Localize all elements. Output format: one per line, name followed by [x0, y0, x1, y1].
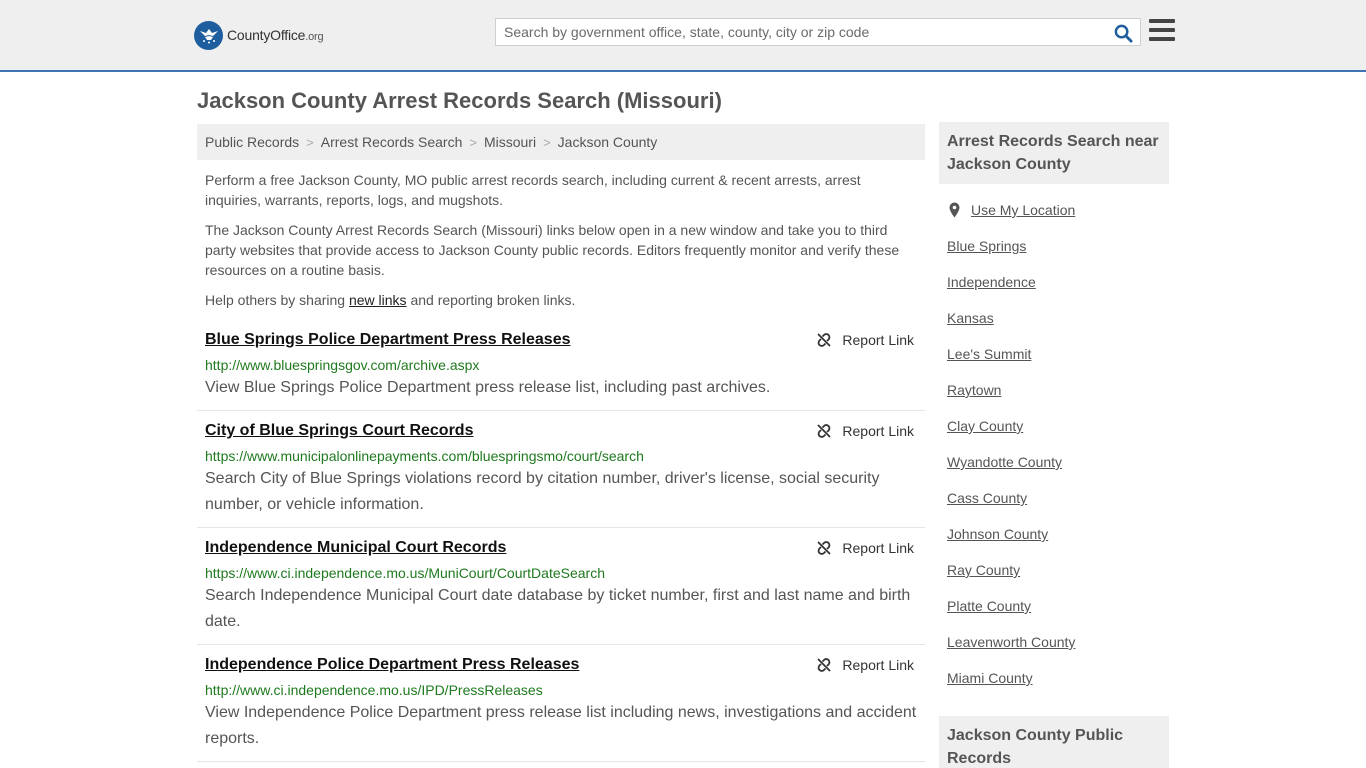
site-logo[interactable]: CountyOffice.org — [194, 20, 324, 50]
result-item: City of Blue Springs Court Records Repor… — [197, 411, 925, 528]
new-links-link[interactable]: new links — [349, 292, 407, 308]
nearby-list: Use My Location Blue Springs Independenc… — [947, 200, 1167, 704]
nearby-link-miami-county[interactable]: Miami County — [947, 668, 1167, 704]
result-item: Independence Municipal Court Records Rep… — [197, 528, 925, 645]
use-my-location-link[interactable]: Use My Location — [947, 200, 1167, 236]
search-icon — [1114, 24, 1133, 43]
result-item: Independence Police Department Press Rel… — [197, 645, 925, 762]
logo-tld: .org — [305, 31, 324, 43]
nearby-link-johnson-county[interactable]: Johnson County — [947, 524, 1167, 560]
search-box — [495, 18, 1141, 46]
nearby-link-leavenworth-county[interactable]: Leavenworth County — [947, 632, 1167, 668]
report-link-label: Report Link — [842, 657, 914, 673]
broken-link-icon — [817, 424, 832, 438]
breadcrumb-separator: > — [543, 134, 551, 150]
logo-text: CountyOffice.org — [227, 27, 324, 43]
broken-link-icon — [817, 333, 832, 347]
result-url: http://www.bluespringsgov.com/archive.as… — [205, 357, 480, 373]
top-bar: CountyOffice.org — [0, 0, 1366, 72]
result-url: https://www.ci.independence.mo.us/MuniCo… — [205, 565, 605, 581]
breadcrumb-jackson-county[interactable]: Jackson County — [558, 134, 658, 150]
result-description: View Independence Police Department pres… — [205, 704, 917, 747]
nearby-link-independence[interactable]: Independence — [947, 272, 1167, 308]
intro-help-text: Help others by sharing — [205, 292, 349, 308]
hamburger-menu-button[interactable] — [1149, 19, 1175, 43]
result-title-link[interactable]: Blue Springs Police Department Press Rel… — [205, 331, 570, 349]
report-link-label: Report Link — [842, 540, 914, 556]
result-item: Blue Springs Police Department Press Rel… — [197, 322, 925, 411]
nearby-heading: Arrest Records Search near Jackson Count… — [939, 122, 1169, 184]
result-description: Search Independence Municipal Court date… — [205, 587, 911, 630]
nearby-link-raytown[interactable]: Raytown — [947, 380, 1167, 416]
menu-bar — [1149, 37, 1175, 41]
result-title-link[interactable]: City of Blue Springs Court Records — [205, 422, 473, 440]
nearby-link-cass-county[interactable]: Cass County — [947, 488, 1167, 524]
report-link-button[interactable]: Report Link — [816, 423, 914, 439]
nearby-link-wyandotte-county[interactable]: Wyandotte County — [947, 452, 1167, 488]
result-title-link[interactable]: Independence Municipal Court Records — [205, 539, 506, 557]
menu-bar — [1149, 19, 1175, 23]
report-link-label: Report Link — [842, 423, 914, 439]
page-title: Jackson County Arrest Records Search (Mi… — [197, 88, 722, 113]
map-pin-icon — [949, 202, 960, 218]
intro-paragraph-3: Help others by sharing new links and rep… — [205, 290, 917, 310]
report-link-label: Report Link — [842, 332, 914, 348]
broken-link-icon — [817, 541, 832, 555]
breadcrumb-missouri[interactable]: Missouri — [484, 134, 536, 150]
public-records-heading: Jackson County Public Records — [939, 716, 1169, 768]
eagle-seal-icon — [194, 20, 223, 50]
report-link-button[interactable]: Report Link — [816, 540, 914, 556]
nearby-link-blue-springs[interactable]: Blue Springs — [947, 236, 1167, 272]
breadcrumb-separator: > — [469, 134, 477, 150]
nearby-link-lees-summit[interactable]: Lee's Summit — [947, 344, 1167, 380]
search-button[interactable] — [1112, 22, 1134, 44]
result-title-link[interactable]: Independence Police Department Press Rel… — [205, 656, 579, 674]
search-input[interactable] — [496, 19, 1106, 45]
breadcrumb-arrest-records-search[interactable]: Arrest Records Search — [321, 134, 463, 150]
intro-help-text-end: and reporting broken links. — [406, 292, 576, 308]
nearby-link-kansas[interactable]: Kansas — [947, 308, 1167, 344]
intro-paragraph-2: The Jackson County Arrest Records Search… — [205, 222, 900, 278]
intro-paragraph-1: Perform a free Jackson County, MO public… — [205, 172, 861, 208]
result-description: View Blue Springs Police Department pres… — [205, 379, 771, 396]
use-my-location-label: Use My Location — [971, 202, 1076, 218]
result-url: http://www.ci.independence.mo.us/IPD/Pre… — [205, 682, 543, 698]
logo-main: CountyOffice — [227, 27, 306, 43]
breadcrumb-public-records[interactable]: Public Records — [205, 134, 299, 150]
nearby-link-ray-county[interactable]: Ray County — [947, 560, 1167, 596]
broken-link-icon — [817, 658, 832, 672]
breadcrumb-separator: > — [306, 134, 314, 150]
breadcrumb: Public Records > Arrest Records Search >… — [197, 124, 925, 160]
nearby-link-clay-county[interactable]: Clay County — [947, 416, 1167, 452]
result-description: Search City of Blue Springs violations r… — [205, 470, 880, 513]
result-url: https://www.municipalonlinepayments.com/… — [205, 448, 644, 464]
report-link-button[interactable]: Report Link — [816, 657, 914, 673]
nearby-link-platte-county[interactable]: Platte County — [947, 596, 1167, 632]
report-link-button[interactable]: Report Link — [816, 332, 914, 348]
menu-bar — [1149, 28, 1175, 32]
